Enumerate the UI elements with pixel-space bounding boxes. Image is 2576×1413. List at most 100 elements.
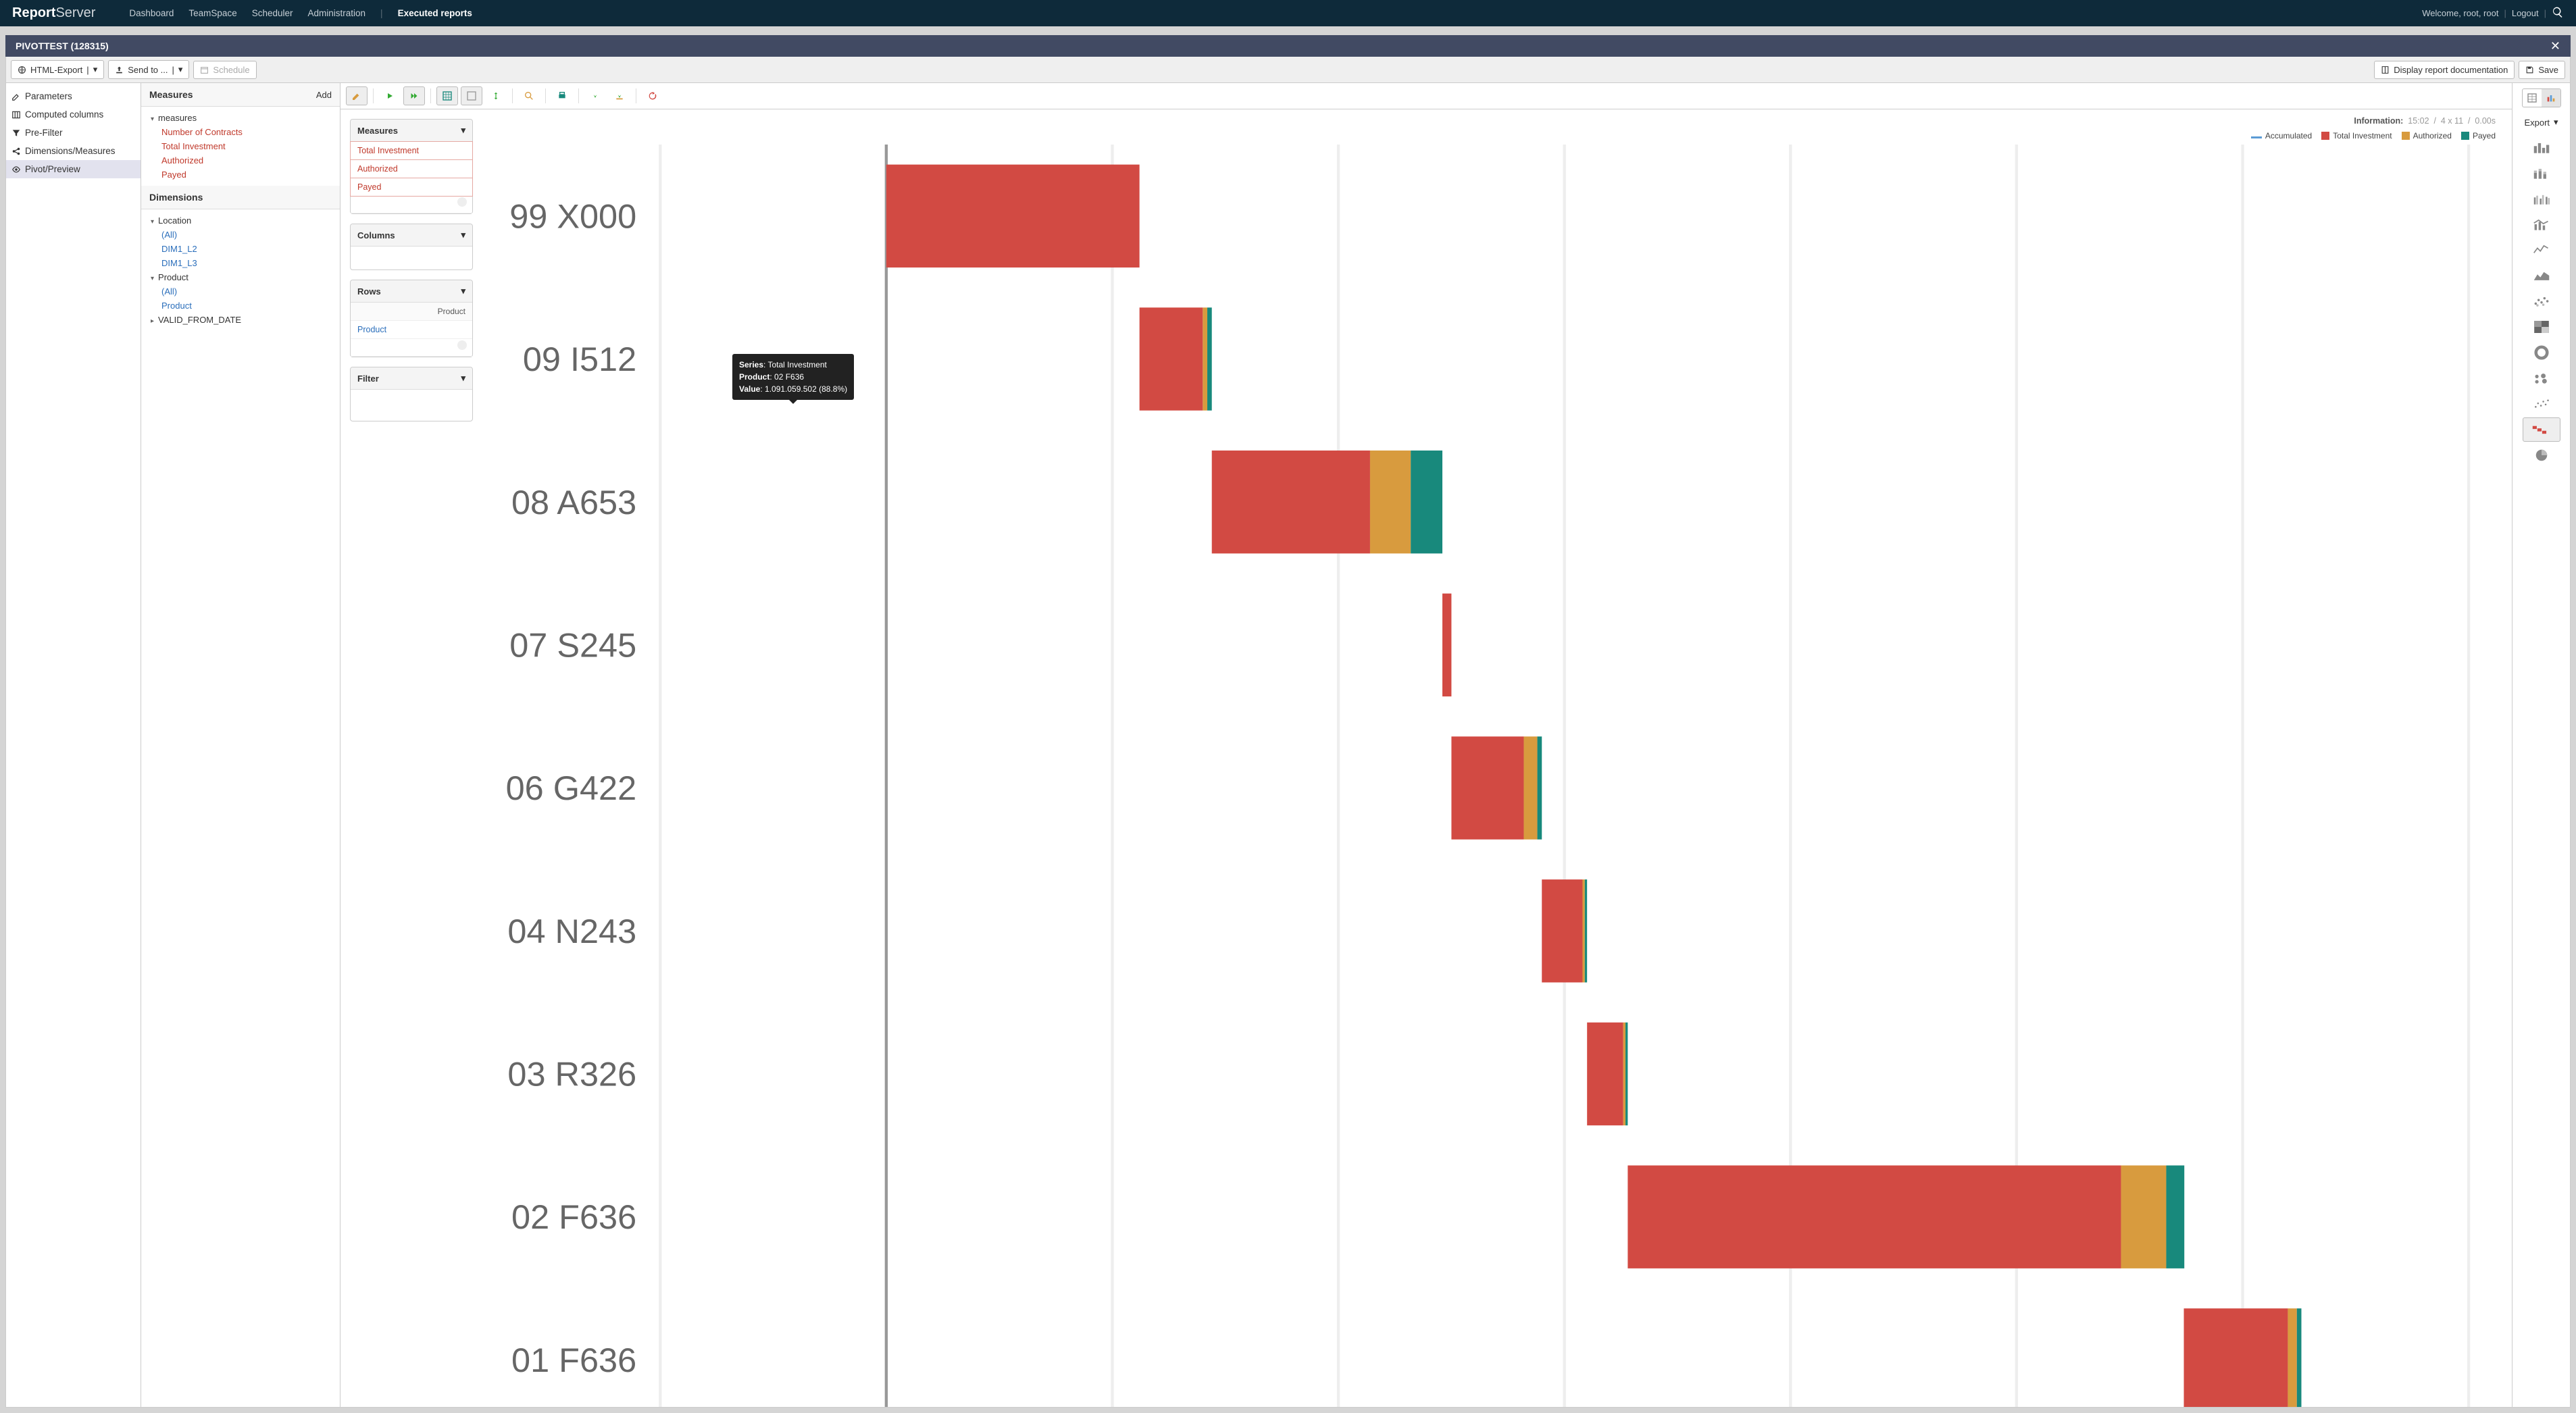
dim-group-valid-from[interactable]: VALID_FROM_DATE <box>141 313 340 327</box>
chart-view-icon[interactable] <box>2542 89 2560 107</box>
table-grid-icon[interactable] <box>461 86 482 105</box>
html-export-button[interactable]: HTML-Export|▾ <box>11 60 104 79</box>
dropzone-measures[interactable]: Measures▾ Total Investment Authorized Pa… <box>350 119 473 214</box>
run-icon[interactable] <box>379 86 401 105</box>
measures-group[interactable]: measures <box>141 111 340 125</box>
download-alt-icon[interactable] <box>609 86 630 105</box>
nav-dashboard[interactable]: Dashboard <box>129 8 174 18</box>
measure-item[interactable]: Total Investment <box>141 139 340 153</box>
pie-icon[interactable] <box>2523 443 2560 467</box>
svg-text:07 S245: 07 S245 <box>509 625 636 664</box>
edit-mode-icon[interactable] <box>346 86 368 105</box>
dropzone-columns[interactable]: Columns▾ <box>350 224 473 270</box>
chevron-down-icon[interactable]: ▾ <box>461 125 465 136</box>
line-chart-icon[interactable] <box>2523 238 2560 262</box>
logout-link[interactable]: Logout <box>2512 8 2539 18</box>
chip-measure[interactable]: Total Investment <box>350 141 473 160</box>
dim-item[interactable]: Product <box>141 299 340 313</box>
dim-item[interactable]: DIM1_L2 <box>141 242 340 256</box>
send-to-button[interactable]: Send to ...|▾ <box>108 60 189 79</box>
save-button[interactable]: Save <box>2519 61 2565 79</box>
combo-chart-icon[interactable] <box>2523 212 2560 236</box>
area-chart-icon[interactable] <box>2523 263 2560 288</box>
svg-text:01 F636: 01 F636 <box>511 1341 636 1379</box>
nav-prefilter[interactable]: Pre-Filter <box>6 124 141 142</box>
download-icon[interactable] <box>584 86 606 105</box>
nav-computed[interactable]: Computed columns <box>6 105 141 124</box>
dot-chart-icon[interactable] <box>2523 289 2560 313</box>
chevron-down-icon: ▾ <box>2554 117 2558 128</box>
legend-line-icon <box>2251 136 2262 138</box>
refresh-icon[interactable] <box>642 86 663 105</box>
measure-item[interactable]: Payed <box>141 168 340 182</box>
bar-chart-icon[interactable] <box>2523 135 2560 159</box>
measure-item[interactable]: Number of Contracts <box>141 125 340 139</box>
expand-icon[interactable] <box>485 86 507 105</box>
stacked-bar-icon[interactable] <box>2523 161 2560 185</box>
dim-item[interactable]: (All) <box>141 228 340 242</box>
search-icon[interactable] <box>2552 6 2564 20</box>
dropzone-rows[interactable]: Rows▾ Product Product <box>350 280 473 357</box>
chevron-down-icon[interactable]: ▾ <box>461 230 465 240</box>
remove-icon[interactable] <box>457 197 467 207</box>
heatmap-icon[interactable] <box>2523 315 2560 339</box>
close-icon[interactable]: ✕ <box>2550 39 2560 53</box>
dim-item[interactable]: DIM1_L3 <box>141 256 340 270</box>
dim-group-product[interactable]: Product <box>141 270 340 284</box>
grouped-bar-icon[interactable] <box>2523 186 2560 211</box>
zoom-icon[interactable] <box>518 86 540 105</box>
waterfall-icon[interactable] <box>2523 417 2560 442</box>
legend-swatch-icon <box>2402 132 2410 140</box>
doc-button[interactable]: Display report documentation <box>2374 61 2515 79</box>
nav-items: Dashboard TeamSpace Scheduler Administra… <box>129 8 472 18</box>
run-all-icon[interactable] <box>403 86 425 105</box>
scatter-icon[interactable] <box>2523 392 2560 416</box>
report-title-bar: PIVOTTEST (128315) ✕ <box>5 35 2571 57</box>
svg-text:09 I512: 09 I512 <box>523 340 636 378</box>
chart-type-rail: Export ▾ <box>2512 83 2570 1407</box>
nav-teamspace[interactable]: TeamSpace <box>188 8 236 18</box>
nav-administration[interactable]: Administration <box>308 8 366 18</box>
columns-icon <box>11 110 21 120</box>
dim-item[interactable]: (All) <box>141 284 340 299</box>
chip-hint: Product <box>351 303 472 321</box>
chevron-down-icon: ▾ <box>93 64 98 75</box>
edit-icon <box>11 92 21 101</box>
chevron-down-icon[interactable]: ▾ <box>461 373 465 384</box>
svg-text:06 G422: 06 G422 <box>506 769 637 807</box>
dimensions-tree: Location (All) DIM1_L2 DIM1_L3 Product (… <box>141 209 340 1407</box>
chevron-down-icon[interactable]: ▾ <box>461 286 465 297</box>
filter-icon <box>11 128 21 138</box>
chip-measure[interactable]: Authorized <box>350 159 473 178</box>
view-mode-tabs <box>2522 88 2561 107</box>
nav-parameters[interactable]: Parameters <box>6 87 141 105</box>
globe-icon <box>18 66 26 74</box>
nav-pivot[interactable]: Pivot/Preview <box>6 160 141 178</box>
table-config-icon[interactable] <box>436 86 458 105</box>
table-view-icon[interactable] <box>2523 89 2542 107</box>
chart-area: Information: 15:02 / 4 x 11 / 0.00s Accu… <box>482 109 2512 1407</box>
dropzone-filter[interactable]: Filter▾ <box>350 367 473 421</box>
nav-executed-reports[interactable]: Executed reports <box>398 8 472 18</box>
bubble-icon[interactable] <box>2523 366 2560 390</box>
report-toolbar: HTML-Export|▾ Send to ...|▾ Schedule Dis… <box>5 57 2571 83</box>
left-nav: Parameters Computed columns Pre-Filter D… <box>6 83 141 1407</box>
calendar-icon <box>200 66 209 74</box>
legend-swatch-icon <box>2461 132 2469 140</box>
nav-dimensions[interactable]: Dimensions/Measures <box>6 142 141 160</box>
print-icon[interactable] <box>551 86 573 105</box>
remove-icon[interactable] <box>457 340 467 350</box>
measures-header: Measures Add <box>141 83 340 107</box>
donut-icon[interactable] <box>2523 340 2560 365</box>
chip-row[interactable]: Product <box>351 321 472 339</box>
measure-item[interactable]: Authorized <box>141 153 340 168</box>
waterfall-chart[interactable]: −500,000,0000500,000,0001,000,000,0001,5… <box>482 145 2498 1407</box>
export-menu[interactable]: Export ▾ <box>2524 117 2558 128</box>
dim-group-location[interactable]: Location <box>141 213 340 228</box>
nav-scheduler[interactable]: Scheduler <box>252 8 293 18</box>
report-title: PIVOTTEST (128315) <box>16 41 109 51</box>
chip-measure[interactable]: Payed <box>350 178 473 197</box>
add-measure-link[interactable]: Add <box>316 90 332 100</box>
nav-separator: | <box>380 8 383 18</box>
save-icon <box>2525 66 2534 74</box>
